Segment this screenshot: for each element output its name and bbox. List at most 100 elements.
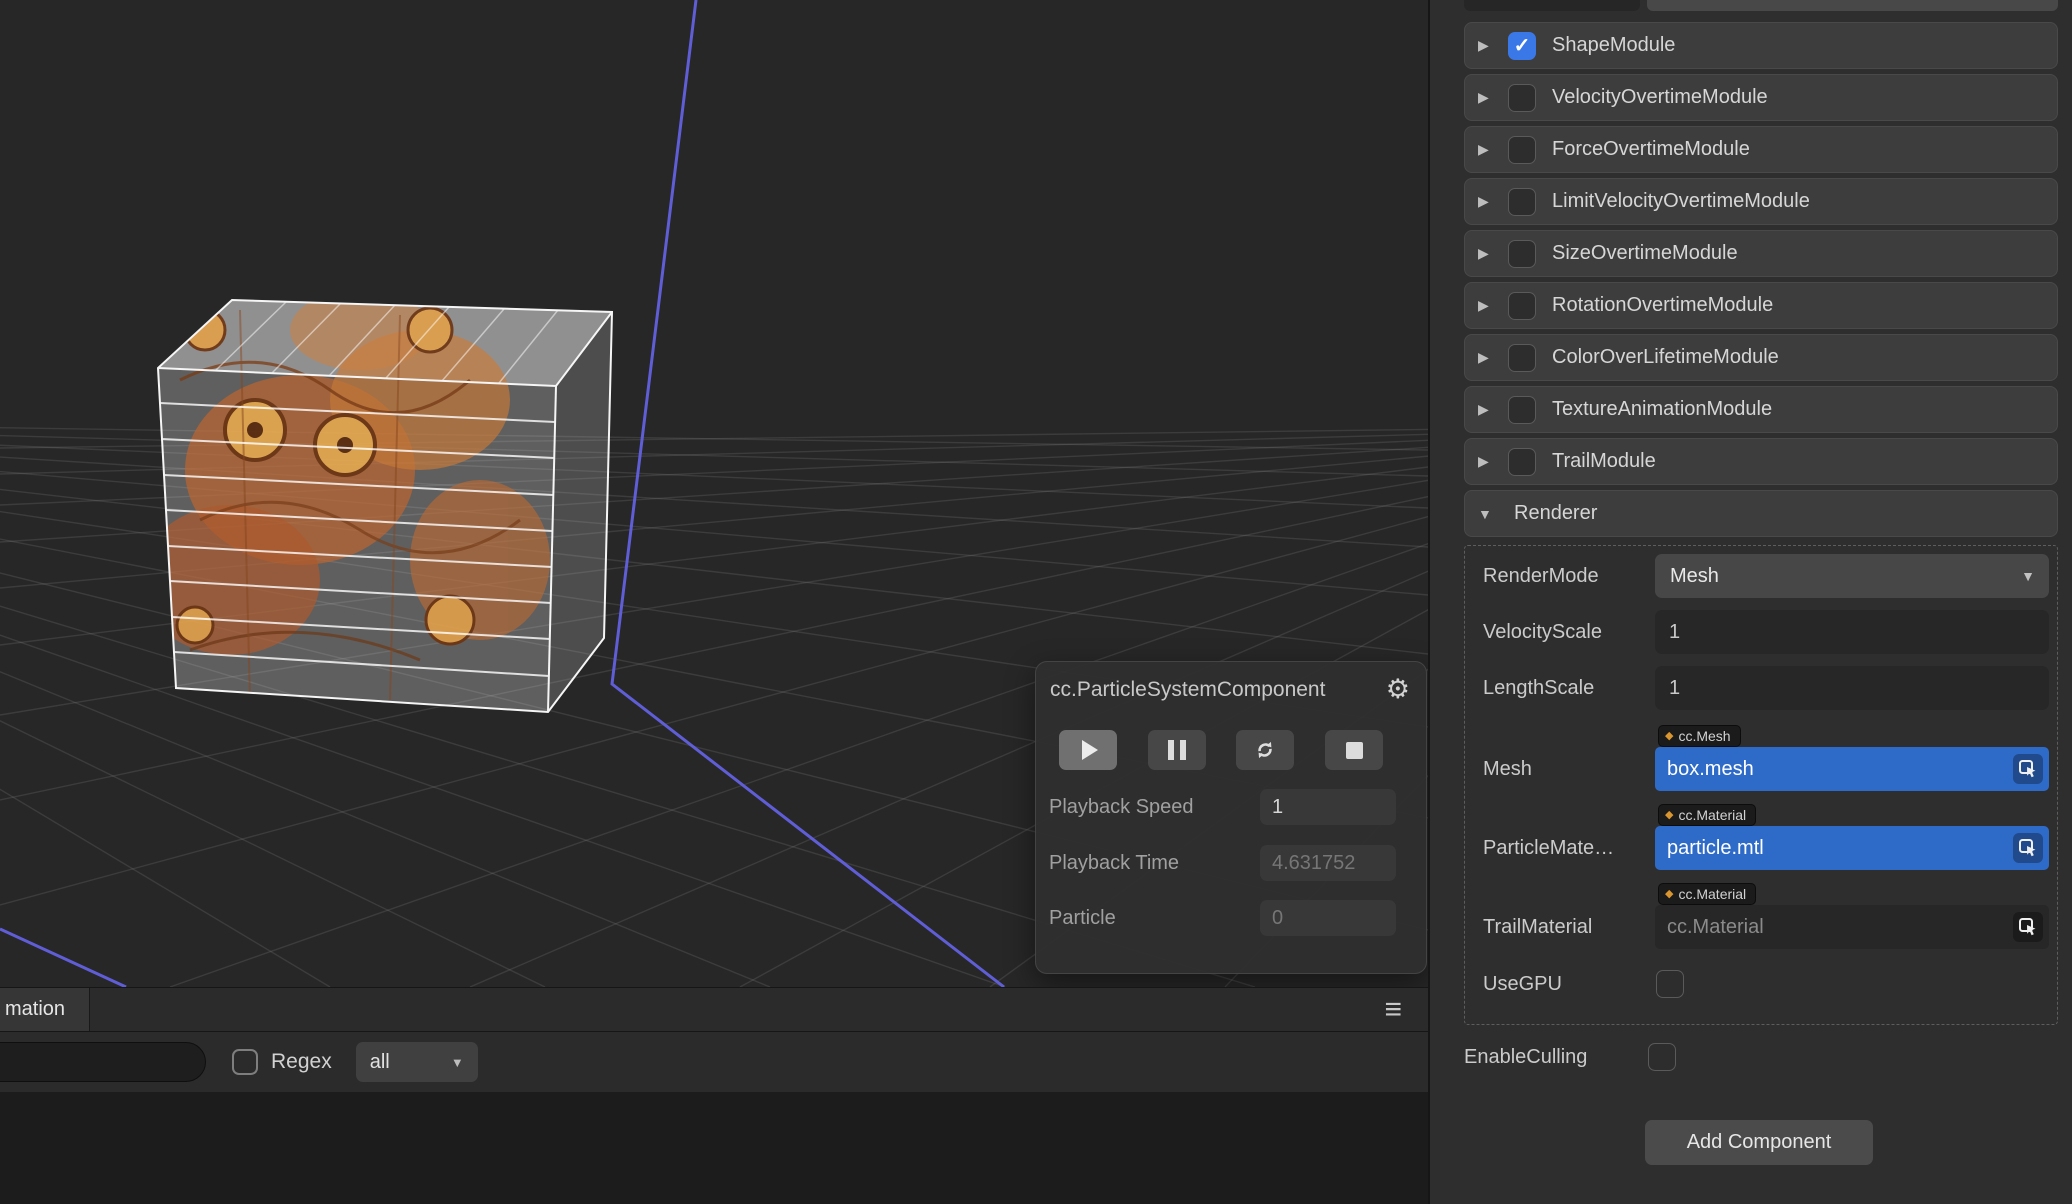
playback-speed-field[interactable]: 1	[1260, 789, 1396, 825]
chevron-down-icon: ▼	[2021, 568, 2035, 584]
add-component-button[interactable]: Add Component	[1645, 1120, 1873, 1165]
pause-icon	[1168, 740, 1186, 760]
play-button[interactable]	[1059, 730, 1117, 770]
particlematerial-label: ParticleMate…	[1483, 836, 1615, 859]
usegpu-checkbox[interactable]	[1656, 970, 1684, 998]
lengthscale-field[interactable]: 1	[1655, 666, 2049, 710]
stop-button[interactable]	[1325, 730, 1383, 770]
module-row-sizeovertime[interactable]: ▶ SizeOvertimeModule	[1464, 230, 2058, 277]
module-row-limitvelocityovertime[interactable]: ▶ LimitVelocityOvertimeModule	[1464, 178, 2058, 225]
module-label: ColorOverLifetimeModule	[1552, 346, 1779, 368]
asset-picker-icon	[2019, 918, 2036, 936]
chevron-down-icon: ▼	[450, 1054, 464, 1070]
chevron-right-icon[interactable]: ▶	[1478, 141, 1508, 158]
asset-diamond-icon: ◆	[1665, 729, 1674, 742]
chevron-right-icon[interactable]: ▶	[1478, 245, 1508, 262]
trailmaterial-type-label: cc.Material	[1678, 886, 1747, 902]
loop-icon	[1258, 741, 1272, 759]
asset-picker-icon	[2019, 839, 2036, 857]
module-checkbox[interactable]	[1508, 395, 1536, 424]
chevron-right-icon[interactable]: ▶	[1478, 37, 1508, 54]
chevron-down-icon[interactable]: ▼	[1478, 506, 1508, 522]
enableculling-label: EnableCulling	[1464, 1045, 1588, 1068]
search-input[interactable]	[0, 1042, 206, 1082]
playback-time-label: Playback Time	[1049, 851, 1180, 874]
module-checkbox[interactable]	[1508, 291, 1536, 320]
gear-icon[interactable]: ⚙	[1386, 676, 1410, 703]
trailmaterial-asset-field[interactable]: cc.Material	[1655, 905, 2049, 949]
chevron-right-icon[interactable]: ▶	[1478, 453, 1508, 470]
asset-picker-button[interactable]	[2013, 754, 2043, 784]
mesh-asset-field[interactable]: box.mesh	[1655, 747, 2049, 791]
particle-count-row: Particle 0	[1036, 900, 1426, 936]
particle-system-panel: cc.ParticleSystemComponent ⚙ Playback Sp…	[1035, 661, 1427, 974]
module-row-velocityovertime[interactable]: ▶ VelocityOvertimeModule	[1464, 74, 2058, 121]
rendermode-label: RenderMode	[1483, 564, 1599, 587]
inspector-panel: ▶ ✓ ShapeModule ▶ VelocityOvertimeModule…	[1428, 0, 2072, 1204]
particle-cube[interactable]	[140, 290, 614, 714]
chevron-right-icon[interactable]: ▶	[1478, 297, 1508, 314]
lengthscale-label: LengthScale	[1483, 676, 1595, 699]
module-row-shapemodule[interactable]: ▶ ✓ ShapeModule	[1464, 22, 2058, 69]
module-checkbox[interactable]	[1508, 83, 1536, 112]
particle-count-field: 0	[1260, 900, 1396, 936]
rendermode-dropdown[interactable]: Mesh ▼	[1655, 554, 2049, 598]
module-checkbox[interactable]	[1508, 187, 1536, 216]
pause-button[interactable]	[1148, 730, 1206, 770]
module-row-rotationovertime[interactable]: ▶ RotationOvertimeModule	[1464, 282, 2058, 329]
module-label: VelocityOvertimeModule	[1552, 86, 1768, 108]
module-checkbox[interactable]	[1508, 239, 1536, 268]
playback-time-field: 4.631752	[1260, 845, 1396, 881]
asset-diamond-icon: ◆	[1665, 887, 1674, 900]
panel-title: cc.ParticleSystemComponent	[1050, 677, 1326, 701]
particlematerial-asset-field[interactable]: particle.mtl	[1655, 826, 2049, 870]
renderer-header[interactable]: ▼ Renderer	[1464, 490, 2058, 537]
restart-button[interactable]	[1236, 730, 1294, 770]
menu-icon[interactable]: ≡	[1384, 988, 1402, 1031]
module-label: TrailModule	[1552, 450, 1656, 472]
module-row-trailmodule[interactable]: ▶ TrailModule	[1464, 438, 2058, 485]
module-checkbox[interactable]: ✓	[1508, 31, 1536, 60]
clipped-row-left	[1464, 0, 1640, 11]
module-row-textureanimation[interactable]: ▶ TextureAnimationModule	[1464, 386, 2058, 433]
module-label: RotationOvertimeModule	[1552, 294, 1774, 316]
trailmaterial-asset-value: cc.Material	[1667, 915, 1764, 938]
trailmaterial-type-chip: ◆ cc.Material	[1658, 883, 1757, 905]
module-label: ShapeModule	[1552, 34, 1676, 56]
velocityscale-field[interactable]: 1	[1655, 610, 2049, 654]
module-label: LimitVelocityOvertimeModule	[1552, 190, 1810, 212]
particlematerial-type-chip: ◆ cc.Material	[1658, 804, 1757, 826]
search-row: Regex all ▼	[0, 1032, 1428, 1092]
filter-dropdown[interactable]: all ▼	[355, 1042, 478, 1082]
chevron-right-icon[interactable]: ▶	[1478, 401, 1508, 418]
asset-picker-button[interactable]	[2013, 912, 2043, 942]
module-checkbox[interactable]	[1508, 135, 1536, 164]
chevron-right-icon[interactable]: ▶	[1478, 193, 1508, 210]
scene-viewport[interactable]: cc.ParticleSystemComponent ⚙ Playback Sp…	[0, 0, 1428, 987]
chevron-right-icon[interactable]: ▶	[1478, 89, 1508, 106]
rendermode-value: Mesh	[1670, 564, 1719, 587]
regex-label: Regex	[271, 1050, 332, 1073]
app-root: cc.ParticleSystemComponent ⚙ Playback Sp…	[0, 0, 2072, 1204]
module-row-coloroverlifetime[interactable]: ▶ ColorOverLifetimeModule	[1464, 334, 2058, 381]
particlematerial-asset-value: particle.mtl	[1667, 836, 1764, 859]
tab-animation[interactable]: mation	[0, 988, 90, 1031]
module-checkbox[interactable]	[1508, 343, 1536, 372]
module-checkbox[interactable]	[1508, 447, 1536, 476]
velocityscale-label: VelocityScale	[1483, 620, 1602, 643]
bottom-panel: mation ≡ Regex all ▼	[0, 987, 1428, 1204]
chevron-right-icon[interactable]: ▶	[1478, 349, 1508, 366]
filter-value: all	[369, 1050, 390, 1073]
enableculling-checkbox[interactable]	[1648, 1043, 1676, 1071]
playback-speed-label: Playback Speed	[1049, 795, 1194, 818]
module-row-forceovertime[interactable]: ▶ ForceOvertimeModule	[1464, 126, 2058, 173]
module-label: SizeOvertimeModule	[1552, 242, 1738, 264]
mesh-type-chip: ◆ cc.Mesh	[1658, 725, 1741, 747]
mesh-label: Mesh	[1483, 757, 1532, 780]
clipped-row-field	[1647, 0, 2058, 11]
regex-checkbox[interactable]	[232, 1049, 258, 1075]
asset-diamond-icon: ◆	[1665, 808, 1674, 821]
asset-picker-button[interactable]	[2013, 833, 2043, 863]
mesh-asset-value: box.mesh	[1667, 757, 1754, 780]
particle-count-label: Particle	[1049, 906, 1116, 929]
